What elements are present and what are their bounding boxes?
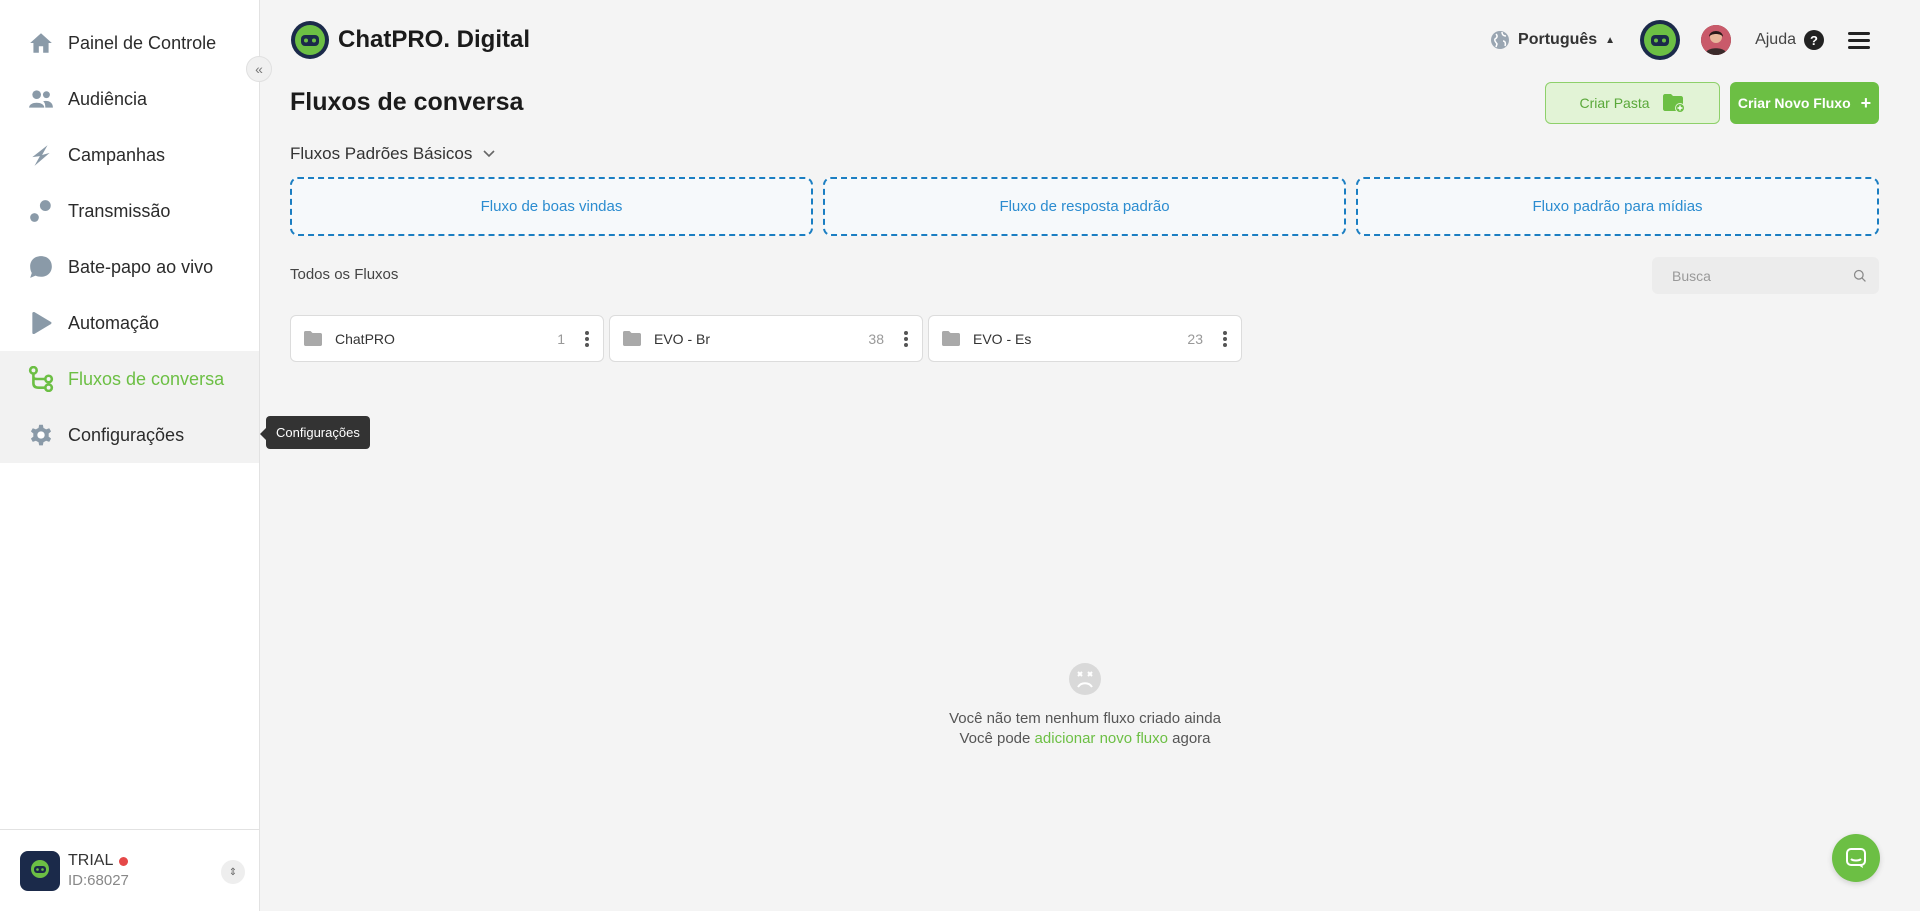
status-dot	[119, 856, 129, 866]
create-new-flow-button[interactable]: Criar Novo Fluxo +	[1730, 82, 1879, 124]
folder-count: 1	[557, 330, 565, 347]
basic-flows-title: Fluxos Padrões Básicos	[290, 144, 473, 163]
sidebar-item-label: Audiência	[68, 88, 148, 109]
folder-count: 38	[868, 330, 884, 347]
help-link[interactable]: Ajuda ?	[1755, 30, 1824, 50]
more-options-icon[interactable]	[896, 324, 916, 354]
more-options-icon[interactable]	[577, 324, 597, 354]
basic-flows-toggle[interactable]: Fluxos Padrões Básicos	[290, 144, 496, 164]
automation-icon	[28, 310, 54, 336]
folder-card[interactable]: EVO - Br 38	[609, 315, 923, 362]
hamburger-menu-icon[interactable]	[1848, 28, 1870, 53]
brand[interactable]: ChatPRO. Digital	[290, 20, 530, 60]
sidebar-item-label: Painel de Controle	[68, 32, 217, 53]
create-folder-button[interactable]: Criar Pasta	[1545, 82, 1720, 124]
add-new-flow-link[interactable]: adicionar novo fluxo	[1035, 730, 1168, 747]
empty-hint-post: agora	[1172, 730, 1211, 747]
user-avatar[interactable]	[1701, 25, 1732, 55]
bot-avatar[interactable]	[1639, 19, 1681, 61]
gear-icon	[28, 422, 54, 448]
empty-state: Você não tem nenhum fluxo criado ainda V…	[900, 662, 1270, 749]
chat-icon	[1846, 848, 1866, 868]
campaign-icon	[28, 142, 54, 168]
basic-flow-card-default-reply[interactable]: Fluxo de resposta padrão	[823, 177, 1346, 236]
collapse-sidebar-button[interactable]: «	[246, 56, 272, 82]
flow-icon	[28, 366, 54, 392]
language-label: Português	[1518, 31, 1598, 48]
sidebar-item-fluxos[interactable]: Fluxos de conversa	[0, 351, 259, 407]
sidebar-item-label: Configurações	[68, 424, 185, 445]
switch-account-icon[interactable]: ⇕	[221, 860, 245, 884]
question-icon: ?	[1804, 30, 1824, 50]
sidebar-item-transmissao[interactable]: Transmissão	[0, 183, 259, 239]
folder-name: EVO - Es	[973, 330, 1032, 347]
search-icon[interactable]	[1853, 267, 1867, 285]
sidebar-item-label: Campanhas	[68, 144, 166, 165]
plus-icon: +	[1860, 92, 1872, 113]
sidebar-item-bate-papo[interactable]: Bate-papo ao vivo	[0, 239, 259, 295]
sidebar-item-label: Fluxos de conversa	[68, 368, 225, 389]
sidebar-item-automacao[interactable]: Automação	[0, 295, 259, 351]
globe-icon	[1491, 31, 1510, 49]
create-folder-label: Criar Pasta	[1579, 95, 1650, 111]
empty-message: Você não tem nenhum fluxo criado ainda	[949, 710, 1221, 727]
all-flows-title: Todos os Fluxos	[290, 266, 399, 283]
folder-icon	[623, 331, 641, 346]
sidebar-item-campanhas[interactable]: Campanhas	[0, 127, 259, 183]
search-input[interactable]	[1672, 267, 1853, 284]
more-options-icon[interactable]	[1215, 324, 1235, 354]
caret-up-icon: ▲	[1605, 34, 1616, 46]
users-icon	[28, 86, 54, 112]
folder-count: 23	[1187, 330, 1203, 347]
empty-hint: Você pode adicionar novo fluxo agora	[900, 729, 1270, 749]
chat-bubble-icon	[28, 254, 54, 280]
basic-flow-card-welcome[interactable]: Fluxo de boas vindas	[290, 177, 813, 236]
create-new-flow-label: Criar Novo Fluxo	[1737, 95, 1851, 111]
folder-name: ChatPRO	[335, 330, 395, 347]
folder-card[interactable]: EVO - Es 23	[928, 315, 1242, 362]
sad-face-icon	[1069, 663, 1101, 695]
search-box	[1652, 257, 1879, 294]
folder-card[interactable]: ChatPRO 1	[290, 315, 604, 362]
empty-hint-pre: Você pode	[959, 730, 1031, 747]
header-actions: Português ▲ Ajuda ?	[1490, 18, 1870, 62]
account-logo	[20, 850, 60, 891]
support-chat-button[interactable]	[1832, 834, 1880, 882]
account-id: ID:68027	[68, 872, 129, 889]
sidebar-item-painel[interactable]: Painel de Controle	[0, 15, 259, 71]
chevron-down-icon	[483, 150, 495, 158]
sidebar: Painel de Controle Audiência Campanhas T…	[0, 0, 260, 911]
language-selector[interactable]: Português ▲	[1490, 30, 1615, 50]
sidebar-item-audiencia[interactable]: Audiência	[0, 71, 259, 127]
page-title: Fluxos de conversa	[290, 88, 524, 116]
broadcast-icon	[28, 198, 54, 224]
sidebar-item-configuracoes[interactable]: Configurações	[0, 407, 259, 463]
account-switcher[interactable]: TRIAL ID:68027 ⇕	[0, 829, 259, 911]
sidebar-item-label: Transmissão	[68, 200, 171, 221]
help-label: Ajuda	[1755, 31, 1796, 48]
sidebar-item-label: Bate-papo ao vivo	[68, 256, 214, 277]
folder-icon	[942, 331, 960, 346]
brand-logo-icon	[291, 21, 329, 59]
basic-flow-card-media[interactable]: Fluxo padrão para mídias	[1356, 177, 1879, 236]
account-plan: TRIAL	[68, 852, 114, 869]
tooltip: Configurações	[260, 416, 370, 449]
home-icon	[28, 30, 54, 56]
sidebar-item-label: Automação	[68, 312, 160, 333]
folder-icon	[304, 331, 322, 346]
folder-name: EVO - Br	[654, 330, 711, 347]
folder-add-icon	[1662, 94, 1685, 113]
brand-name: ChatPRO. Digital	[338, 26, 531, 53]
